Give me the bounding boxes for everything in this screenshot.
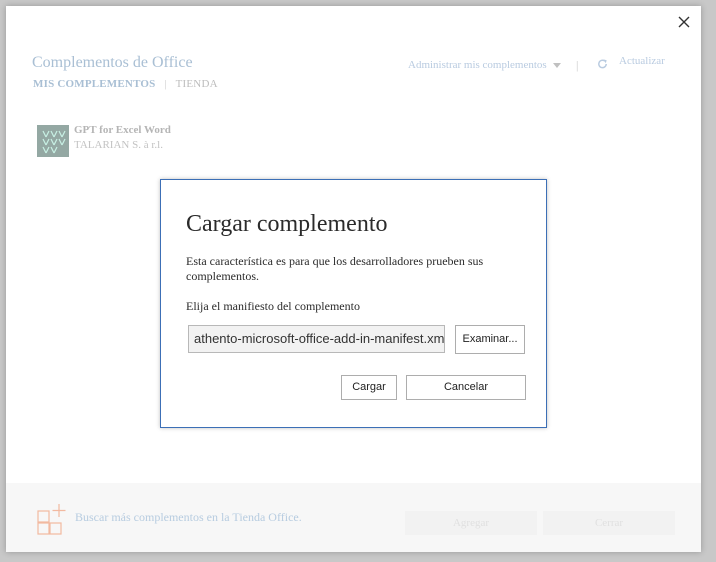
tab-bar: MIS COMPLEMENTOS | TIENDA [33,78,218,90]
store-link[interactable]: Buscar más complementos en la Tienda Off… [75,510,302,525]
load-button[interactable]: Cargar [341,375,397,400]
refresh-button[interactable]: Actualizar [619,55,665,67]
browse-button[interactable]: Examinar... [455,325,525,354]
add-button[interactable]: Agregar [405,511,537,535]
upload-addin-modal: Cargar complemento Esta característica e… [160,179,547,428]
modal-title: Cargar complemento [186,211,388,237]
close-icon[interactable] [676,14,692,30]
tab-store[interactable]: TIENDA [176,78,218,90]
manage-addins-menu[interactable]: Administrar mis complementos [408,59,561,71]
cancel-button[interactable]: Cancelar [406,375,526,400]
manifest-file-input[interactable]: athento-microsoft-office-add-in-manifest… [188,325,445,353]
manage-addins-label: Administrar mis complementos [408,59,547,71]
add-store-icon [37,504,66,535]
modal-description: Esta característica es para que los desa… [186,254,484,283]
chevron-down-icon [552,62,561,68]
addon-vendor: TALARIAN S. à r.l. [74,139,163,151]
dialog-footer: Buscar más complementos en la Tienda Off… [6,483,701,552]
close-button[interactable]: Cerrar [543,511,675,535]
manifest-label: Elija el manifiesto del complemento [186,299,360,313]
addon-name[interactable]: GPT for Excel Word [74,124,171,136]
dialog-title: Complementos de Office [32,54,193,71]
refresh-icon[interactable] [596,57,609,71]
tab-separator: | [164,78,167,90]
addon-logo-icon[interactable] [37,125,69,157]
tab-my-addins[interactable]: MIS COMPLEMENTOS [33,78,155,90]
toolbar-separator: | [576,58,579,72]
